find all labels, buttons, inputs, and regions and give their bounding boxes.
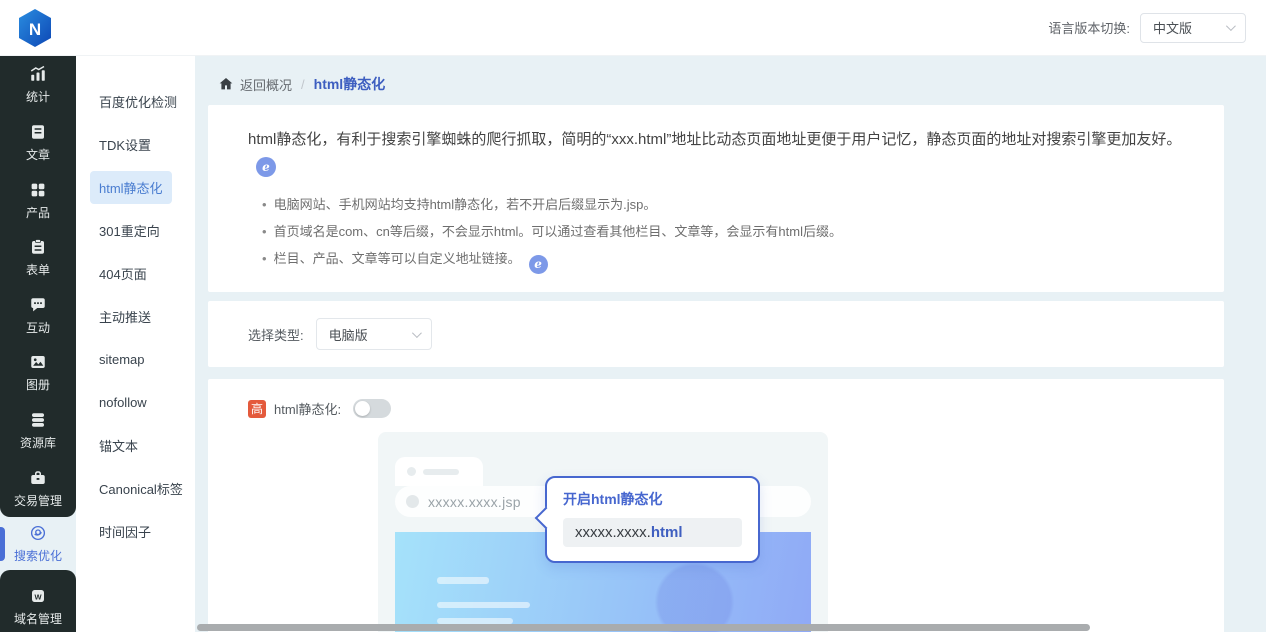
toggle-knob bbox=[355, 401, 370, 416]
secondary-menu: 百度优化检测TDK设置html静态化301重定向404页面主动推送sitemap… bbox=[76, 56, 195, 632]
info-bullet-1: •首页域名是com、cn等后缀，不会显示html。可以通过查看其他栏目、文章等，… bbox=[262, 218, 1194, 245]
breadcrumb-separator: / bbox=[301, 77, 305, 92]
sidebar-item-form[interactable]: 表单 bbox=[0, 229, 76, 287]
advanced-badge: 高 bbox=[248, 400, 266, 418]
help-link-icon[interactable]: e bbox=[256, 157, 276, 177]
seo-icon bbox=[28, 523, 48, 543]
interaction-icon bbox=[28, 295, 48, 315]
submenu-item-1[interactable]: TDK设置 bbox=[76, 123, 195, 166]
sidebar-active-block: 搜索优化 bbox=[0, 517, 76, 570]
browser-tab bbox=[395, 457, 483, 486]
type-select-card: 选择类型: 电脑版 bbox=[208, 301, 1224, 367]
bullet-dot: • bbox=[262, 224, 267, 239]
domain-icon: W bbox=[28, 586, 48, 606]
logo-hexagon-icon: N bbox=[16, 8, 54, 48]
active-indicator bbox=[0, 527, 5, 561]
sidebar-item-gallery[interactable]: 图册 bbox=[0, 344, 76, 402]
submenu-item-0[interactable]: 百度优化检测 bbox=[76, 80, 195, 123]
static-url-tooltip: 开启html静态化 xxxxx.xxxx.html bbox=[545, 476, 760, 563]
horizontal-scrollbar[interactable] bbox=[197, 624, 1090, 631]
main-content: 返回概况 / html静态化 html静态化，有利于搜索引擎蜘蛛的爬行抓取，简明… bbox=[195, 56, 1266, 632]
html-static-card: 高 html静态化: xxxxx.xxxx.jsp bbox=[208, 379, 1224, 632]
tooltip-url-highlight: html bbox=[651, 524, 683, 541]
sidebar-item-resource[interactable]: 资源库 bbox=[0, 402, 76, 460]
product-icon bbox=[28, 180, 48, 200]
type-select-dropdown[interactable]: 电脑版 bbox=[316, 318, 432, 350]
language-switcher: 语言版本切换: 中文版 bbox=[1048, 13, 1246, 43]
chevron-down-icon bbox=[1226, 21, 1236, 31]
submenu-item-9[interactable]: Canonical标签 bbox=[76, 467, 195, 510]
html-static-toggle[interactable] bbox=[353, 399, 391, 418]
sidebar-item-domain[interactable]: W域名管理 bbox=[0, 580, 76, 632]
form-icon bbox=[28, 237, 48, 257]
home-icon[interactable] bbox=[218, 76, 234, 92]
html-static-toggle-row: 高 html静态化: bbox=[248, 399, 1224, 418]
bullet-dot: • bbox=[262, 251, 267, 266]
html-static-label: html静态化: bbox=[274, 399, 341, 418]
sidebar-item-stats[interactable]: 统计 bbox=[0, 56, 76, 114]
preview-text-line bbox=[437, 577, 489, 584]
logo-letter: N bbox=[29, 20, 41, 39]
sidebar-item-product[interactable]: 产品 bbox=[0, 171, 76, 229]
sidebar-item-trade[interactable]: 交易管理 bbox=[0, 459, 76, 517]
info-bullet-2: •栏目、产品、文章等可以自定义地址链接。e bbox=[262, 245, 1194, 274]
language-switch-label: 语言版本切换: bbox=[1048, 18, 1130, 37]
submenu-item-3[interactable]: 301重定向 bbox=[76, 209, 195, 252]
browser-illustration: xxxxx.xxxx.jsp 开启html静态化 xxxxx.xxxx.html bbox=[378, 432, 828, 632]
help-link-icon[interactable]: e bbox=[529, 255, 548, 274]
app-logo[interactable]: N bbox=[16, 8, 54, 48]
tooltip-title: 开启html静态化 bbox=[563, 489, 742, 509]
info-card: html静态化，有利于搜索引擎蜘蛛的爬行抓取，简明的“xxx.html”地址比动… bbox=[208, 105, 1224, 292]
tooltip-url-pill: xxxxx.xxxx.html bbox=[563, 518, 742, 547]
sidebar-item-article[interactable]: 文章 bbox=[0, 114, 76, 172]
resource-icon bbox=[28, 410, 48, 430]
chevron-down-icon bbox=[412, 328, 422, 338]
address-bar-circle bbox=[406, 495, 419, 508]
type-select-value: 电脑版 bbox=[329, 325, 368, 344]
stats-icon bbox=[28, 64, 48, 84]
info-bullet-list: •电脑网站、手机网站均支持html静态化，若不开启后缀显示为.jsp。•首页域名… bbox=[262, 191, 1194, 274]
info-bullet-0: •电脑网站、手机网站均支持html静态化，若不开启后缀显示为.jsp。 bbox=[262, 191, 1194, 218]
language-select[interactable]: 中文版 bbox=[1140, 13, 1246, 43]
tab-favicon-circle bbox=[407, 467, 416, 476]
breadcrumb-current: html静态化 bbox=[314, 74, 386, 94]
sidebar-top-block: 统计文章产品表单互动图册资源库交易管理 bbox=[0, 56, 76, 517]
breadcrumb: 返回概况 / html静态化 bbox=[218, 72, 1224, 96]
article-icon bbox=[28, 122, 48, 142]
submenu-item-6[interactable]: sitemap bbox=[76, 338, 195, 381]
primary-sidebar: 统计文章产品表单互动图册资源库交易管理 搜索优化 W域名管理 bbox=[0, 56, 76, 632]
submenu-item-5[interactable]: 主动推送 bbox=[76, 295, 195, 338]
svg-text:W: W bbox=[34, 592, 42, 601]
gallery-icon bbox=[28, 352, 48, 372]
trade-icon bbox=[28, 468, 48, 488]
address-bar-text: xxxxx.xxxx.jsp bbox=[428, 494, 521, 510]
submenu-item-10[interactable]: 时间因子 bbox=[76, 510, 195, 553]
sidebar-item-interaction[interactable]: 互动 bbox=[0, 287, 76, 345]
preview-text-line bbox=[437, 602, 530, 608]
tooltip-url-prefix: xxxxx.xxxx. bbox=[575, 524, 651, 541]
sidebar-item-seo[interactable]: 搜索优化 bbox=[0, 517, 76, 570]
sidebar-bottom-block: W域名管理 bbox=[0, 570, 76, 632]
tab-title-line bbox=[423, 469, 459, 475]
bullet-dot: • bbox=[262, 197, 267, 212]
submenu-item-8[interactable]: 锚文本 bbox=[76, 424, 195, 467]
type-select-label: 选择类型: bbox=[248, 325, 304, 344]
breadcrumb-back-link[interactable]: 返回概况 bbox=[240, 75, 292, 94]
info-heading: html静态化，有利于搜索引擎蜘蛛的爬行抓取，简明的“xxx.html”地址比动… bbox=[248, 129, 1194, 177]
submenu-item-2[interactable]: html静态化 bbox=[76, 166, 195, 209]
submenu-item-4[interactable]: 404页面 bbox=[76, 252, 195, 295]
language-select-value: 中文版 bbox=[1153, 18, 1192, 37]
top-header: N 语言版本切换: 中文版 bbox=[0, 0, 1266, 56]
submenu-item-7[interactable]: nofollow bbox=[76, 381, 195, 424]
